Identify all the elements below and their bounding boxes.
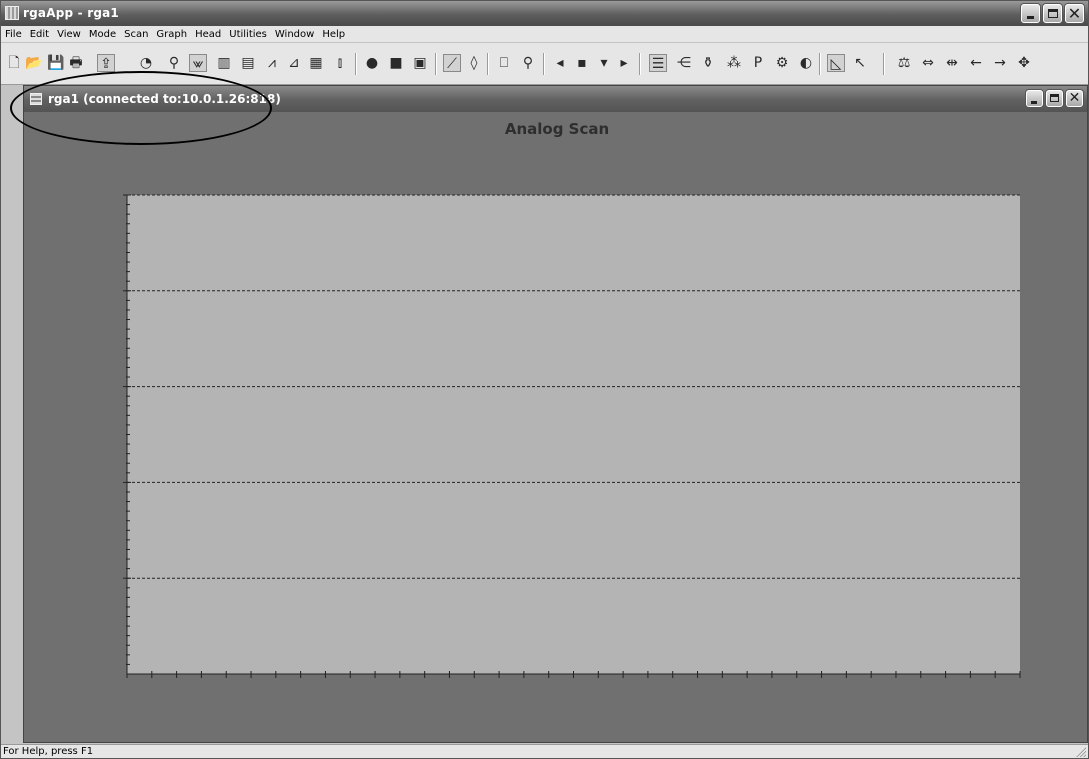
help-pointer-icon[interactable]: ↖ [851, 54, 869, 72]
balance-icon[interactable]: ⚖ [895, 54, 913, 72]
child-close-button[interactable]: ✕ [1066, 90, 1083, 107]
minimize-icon [1027, 16, 1034, 19]
plot-background [127, 195, 1020, 674]
child-minimize-button[interactable] [1026, 90, 1043, 107]
minimize-icon [1031, 101, 1037, 104]
toolbar-separator [819, 53, 821, 75]
stop-scan-icon[interactable]: ■ [387, 54, 405, 72]
maximize-icon [1048, 9, 1058, 18]
menu-edit[interactable]: Edit [26, 26, 53, 42]
toolbar-separator [487, 53, 489, 75]
print-icon[interactable]: 🖶 [67, 54, 85, 72]
single-scan-icon[interactable]: ▣ [411, 54, 429, 72]
app-minimize-button[interactable] [1021, 4, 1040, 23]
chart-area: Analog Scan [24, 112, 1087, 742]
toolbar-separator [435, 53, 437, 75]
app-icon[interactable] [5, 6, 19, 20]
go-scan-icon[interactable]: ● [363, 54, 381, 72]
degas-icon[interactable]: ⚱ [699, 54, 717, 72]
arrow-right-icon[interactable]: → [991, 54, 1009, 72]
spectrum-icon[interactable]: ⫾ [331, 54, 349, 72]
resize-grip[interactable] [1075, 746, 1086, 757]
filament-icon[interactable]: ☰ [649, 54, 667, 72]
next-icon[interactable]: ▸ [615, 54, 633, 72]
zoom-fit-icon[interactable]: ◊ [465, 54, 483, 72]
library-icon[interactable]: ⎕ [495, 54, 513, 72]
settings-icon[interactable]: ⚙ [773, 54, 791, 72]
document-icon[interactable] [30, 93, 42, 105]
menu-mode[interactable]: Mode [85, 26, 120, 42]
app-close-button[interactable]: ✕ [1065, 4, 1084, 23]
cem-icon[interactable]: ⋲ [675, 54, 693, 72]
menu-scan[interactable]: Scan [120, 26, 152, 42]
close-icon: ✕ [1067, 4, 1082, 23]
leak-check-icon[interactable]: ⊿ [285, 54, 303, 72]
zoom-icon[interactable]: ⚲ [519, 54, 537, 72]
compress-icon[interactable]: ⇹ [943, 54, 961, 72]
histogram-mode-icon[interactable]: ▥ [215, 54, 233, 72]
head-icon[interactable]: ◐ [797, 54, 815, 72]
status-bar: For Help, press F1 [1, 744, 1088, 758]
menu-graph[interactable]: Graph [152, 26, 191, 42]
child-title-bar[interactable]: rga1 (connected to:10.0.1.26:818) ✕ [24, 86, 1087, 112]
app-window-controls: ✕ [1018, 4, 1084, 23]
child-title: rga1 (connected to:10.0.1.26:818) [48, 92, 281, 106]
menu-help[interactable]: Help [318, 26, 349, 42]
mass-icon[interactable]: ▪ [573, 54, 591, 72]
analog-mode-icon[interactable]: ⩖ [189, 54, 207, 72]
menu-bar: File Edit View Mode Scan Graph Head Util… [1, 26, 1088, 43]
chart-title: Analog Scan [505, 120, 609, 138]
cursor-icon[interactable]: ◺ [827, 54, 845, 72]
app-title: rgaApp - rga1 [23, 6, 119, 20]
child-window: rga1 (connected to:10.0.1.26:818) ✕ Anal… [23, 85, 1088, 743]
sensitivity-icon[interactable]: ⁂ [725, 54, 743, 72]
status-text: For Help, press F1 [3, 746, 94, 757]
table-icon[interactable]: ▦ [307, 54, 325, 72]
table-mode-icon[interactable]: ▤ [239, 54, 257, 72]
upload-icon[interactable]: ⇪ [97, 54, 115, 72]
maximize-icon [1050, 94, 1059, 102]
arrow-left-icon[interactable]: ← [967, 54, 985, 72]
close-icon: ✕ [1068, 90, 1081, 106]
app-maximize-button[interactable] [1043, 4, 1062, 23]
app-window: rgaApp - rga1 ✕ File Edit View Mode Scan… [0, 0, 1089, 759]
app-title-bar[interactable]: rgaApp - rga1 ✕ [1, 1, 1088, 26]
pressure-icon[interactable]: P [749, 54, 767, 72]
child-maximize-button[interactable] [1046, 90, 1063, 107]
dropdown-icon[interactable]: ▾ [595, 54, 613, 72]
toolbar-separator [355, 53, 357, 75]
analog-scan-chart: Analog Scan [123, 120, 1021, 678]
toolbar-separator [639, 53, 641, 75]
toolbar: 🗋 📂 💾 🖶 ⇪ ◔ ⚲ ⩖ ▥ ▤ ⩘ ⊿ ▦ ⫾ ● ■ ▣ ⟋ ◊ ⎕ … [1, 43, 1088, 85]
prev-icon[interactable]: ◂ [551, 54, 569, 72]
probe-icon[interactable]: ⚲ [165, 54, 183, 72]
child-window-controls: ✕ [1023, 90, 1083, 109]
menu-head[interactable]: Head [191, 26, 225, 42]
open-folder-icon[interactable]: 📂 [25, 54, 43, 72]
timer-icon[interactable]: ◔ [137, 54, 155, 72]
move-icon[interactable]: ✥ [1015, 54, 1033, 72]
save-icon[interactable]: 💾 [47, 54, 65, 72]
plot-layer [123, 194, 1021, 678]
toolbar-separator [883, 53, 885, 75]
menu-window[interactable]: Window [271, 26, 318, 42]
pressure-trend-icon[interactable]: ⩘ [263, 54, 281, 72]
menu-utilities[interactable]: Utilities [225, 26, 271, 42]
toolbar-separator [543, 53, 545, 75]
new-file-icon[interactable]: 🗋 [5, 54, 23, 72]
menu-file[interactable]: File [1, 26, 26, 42]
menu-view[interactable]: View [53, 26, 85, 42]
expand-icon[interactable]: ⇔ [919, 54, 937, 72]
autoscale-icon[interactable]: ⟋ [443, 54, 461, 72]
